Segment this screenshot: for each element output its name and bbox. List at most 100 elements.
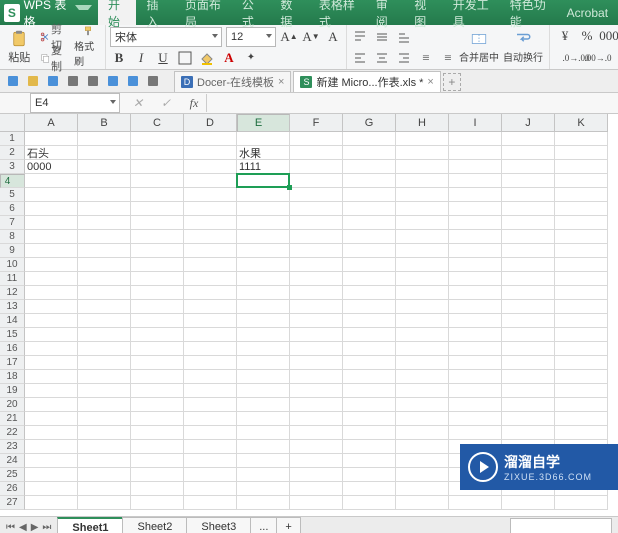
row-header-18[interactable]: 18 bbox=[0, 370, 25, 384]
cell-J4[interactable] bbox=[502, 174, 555, 188]
menu-tab-10[interactable]: Acrobat bbox=[557, 0, 618, 25]
row-header-24[interactable]: 24 bbox=[0, 454, 25, 468]
name-box[interactable]: E4 bbox=[30, 93, 120, 113]
fill-color-button[interactable] bbox=[198, 49, 216, 67]
cell-K10[interactable] bbox=[555, 258, 608, 272]
cell-F1[interactable] bbox=[290, 132, 343, 146]
row-header-21[interactable]: 21 bbox=[0, 412, 25, 426]
cell-A18[interactable] bbox=[25, 370, 78, 384]
cell-A21[interactable] bbox=[25, 412, 78, 426]
cell-B11[interactable] bbox=[78, 272, 131, 286]
cell-J14[interactable] bbox=[502, 314, 555, 328]
cell-K16[interactable] bbox=[555, 342, 608, 356]
cell-K18[interactable] bbox=[555, 370, 608, 384]
cell-C11[interactable] bbox=[131, 272, 184, 286]
cell-C22[interactable] bbox=[131, 426, 184, 440]
cell-G14[interactable] bbox=[343, 314, 396, 328]
cell-C3[interactable] bbox=[131, 160, 184, 174]
cell-D8[interactable] bbox=[184, 230, 237, 244]
cell-I9[interactable] bbox=[449, 244, 502, 258]
cell-K2[interactable] bbox=[555, 146, 608, 160]
cell-B23[interactable] bbox=[78, 440, 131, 454]
cell-C4[interactable] bbox=[131, 174, 184, 188]
row-header-12[interactable]: 12 bbox=[0, 286, 25, 300]
doc-tab-close[interactable]: × bbox=[278, 76, 284, 88]
cell-F14[interactable] bbox=[290, 314, 343, 328]
cell-A23[interactable] bbox=[25, 440, 78, 454]
cell-C18[interactable] bbox=[131, 370, 184, 384]
cell-I10[interactable] bbox=[449, 258, 502, 272]
cell-B21[interactable] bbox=[78, 412, 131, 426]
cell-B3[interactable] bbox=[78, 160, 131, 174]
row-header-27[interactable]: 27 bbox=[0, 496, 25, 510]
cell-B26[interactable] bbox=[78, 482, 131, 496]
cell-D14[interactable] bbox=[184, 314, 237, 328]
cell-F26[interactable] bbox=[290, 482, 343, 496]
cell-F18[interactable] bbox=[290, 370, 343, 384]
cell-F6[interactable] bbox=[290, 202, 343, 216]
cell-K11[interactable] bbox=[555, 272, 608, 286]
cell-A27[interactable] bbox=[25, 496, 78, 510]
cell-C9[interactable] bbox=[131, 244, 184, 258]
cell-J22[interactable] bbox=[502, 426, 555, 440]
cell-K21[interactable] bbox=[555, 412, 608, 426]
cell-B16[interactable] bbox=[78, 342, 131, 356]
undo-button[interactable] bbox=[104, 72, 122, 90]
cell-E1[interactable] bbox=[237, 132, 290, 146]
cell-G15[interactable] bbox=[343, 328, 396, 342]
row-header-7[interactable]: 7 bbox=[0, 216, 25, 230]
cell-E23[interactable] bbox=[237, 440, 290, 454]
cell-I12[interactable] bbox=[449, 286, 502, 300]
cell-D3[interactable] bbox=[184, 160, 237, 174]
cell-F23[interactable] bbox=[290, 440, 343, 454]
cell-J15[interactable] bbox=[502, 328, 555, 342]
row-header-1[interactable]: 1 bbox=[0, 132, 25, 146]
sheet-tab-Sheet2[interactable]: Sheet2 bbox=[122, 517, 187, 533]
cell-F17[interactable] bbox=[290, 356, 343, 370]
cell-J8[interactable] bbox=[502, 230, 555, 244]
inc-decimal-button[interactable]: .0→.00 bbox=[567, 49, 585, 67]
cell-I1[interactable] bbox=[449, 132, 502, 146]
enter-button[interactable]: ✓ bbox=[156, 96, 176, 111]
dec-decimal-button[interactable]: .00→.0 bbox=[589, 49, 607, 67]
cell-B19[interactable] bbox=[78, 384, 131, 398]
cell-I19[interactable] bbox=[449, 384, 502, 398]
cell-E4[interactable] bbox=[237, 174, 290, 188]
cell-G9[interactable] bbox=[343, 244, 396, 258]
cell-I18[interactable] bbox=[449, 370, 502, 384]
row-header-19[interactable]: 19 bbox=[0, 384, 25, 398]
cell-C15[interactable] bbox=[131, 328, 184, 342]
cell-C27[interactable] bbox=[131, 496, 184, 510]
column-header-C[interactable]: C bbox=[131, 114, 184, 132]
cell-C10[interactable] bbox=[131, 258, 184, 272]
cell-E22[interactable] bbox=[237, 426, 290, 440]
cell-I13[interactable] bbox=[449, 300, 502, 314]
paste-button[interactable]: 粘贴 bbox=[4, 26, 34, 68]
cell-C13[interactable] bbox=[131, 300, 184, 314]
cell-H8[interactable] bbox=[396, 230, 449, 244]
cell-A10[interactable] bbox=[25, 258, 78, 272]
row-header-2[interactable]: 2 bbox=[0, 146, 25, 160]
cell-K6[interactable] bbox=[555, 202, 608, 216]
cell-D7[interactable] bbox=[184, 216, 237, 230]
cell-G27[interactable] bbox=[343, 496, 396, 510]
cell-E18[interactable] bbox=[237, 370, 290, 384]
cell-F15[interactable] bbox=[290, 328, 343, 342]
cell-J3[interactable] bbox=[502, 160, 555, 174]
menu-tab-1[interactable]: 插入 bbox=[136, 0, 174, 25]
cell-I5[interactable] bbox=[449, 188, 502, 202]
cell-A1[interactable] bbox=[25, 132, 78, 146]
cell-J11[interactable] bbox=[502, 272, 555, 286]
sheet-nav-next[interactable]: ▶ bbox=[31, 522, 39, 533]
align-bottom-button[interactable] bbox=[395, 28, 413, 46]
cell-F25[interactable] bbox=[290, 468, 343, 482]
cell-G12[interactable] bbox=[343, 286, 396, 300]
cell-D25[interactable] bbox=[184, 468, 237, 482]
column-header-D[interactable]: D bbox=[184, 114, 237, 132]
cell-J21[interactable] bbox=[502, 412, 555, 426]
cell-H5[interactable] bbox=[396, 188, 449, 202]
cell-G5[interactable] bbox=[343, 188, 396, 202]
cell-J6[interactable] bbox=[502, 202, 555, 216]
format-painter-button[interactable]: 格式刷 bbox=[74, 26, 101, 68]
cell-K22[interactable] bbox=[555, 426, 608, 440]
